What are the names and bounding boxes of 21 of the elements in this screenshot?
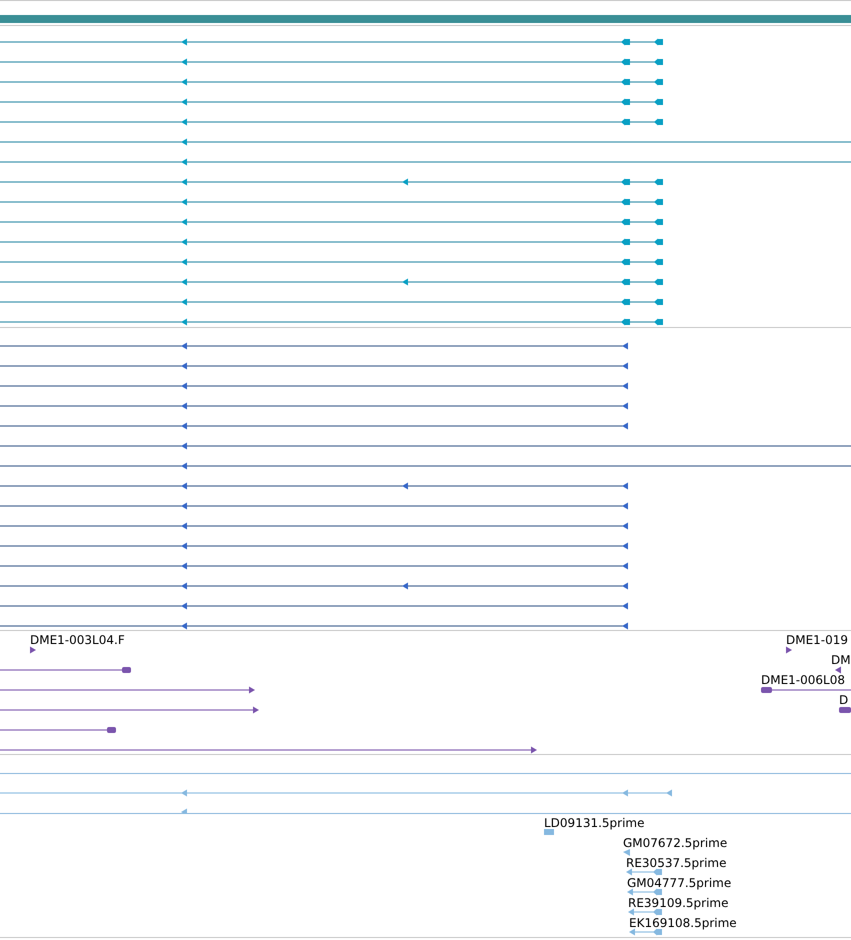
transcript-glyph <box>30 646 36 654</box>
transcript-glyph <box>626 868 662 876</box>
feature-label: LD09131.5prime <box>544 816 645 830</box>
transcript-glyph <box>629 928 662 936</box>
feature-label: DME1-006L08 <box>761 673 845 687</box>
transcript-glyph <box>839 707 851 713</box>
feature-label: EK169108.5prime <box>629 916 737 930</box>
transcript-glyph <box>786 646 792 654</box>
transcript-glyph <box>627 888 662 896</box>
feature-label: RE39109.5prime <box>628 896 728 910</box>
feature-label: DM <box>831 653 851 667</box>
feature-label: D <box>839 693 848 707</box>
transcript-glyph <box>623 849 630 856</box>
transcript-glyph <box>835 666 841 674</box>
feature-label: RE30537.5prime <box>626 856 726 870</box>
feature-label: DME1-003L04.F <box>30 633 125 647</box>
feature-label: GM07672.5prime <box>623 836 728 850</box>
feature-label: GM04777.5prime <box>627 876 732 890</box>
transcript-glyph <box>628 908 662 916</box>
feature-label: DME1-019 <box>786 633 848 647</box>
transcript-glyph <box>544 829 554 835</box>
